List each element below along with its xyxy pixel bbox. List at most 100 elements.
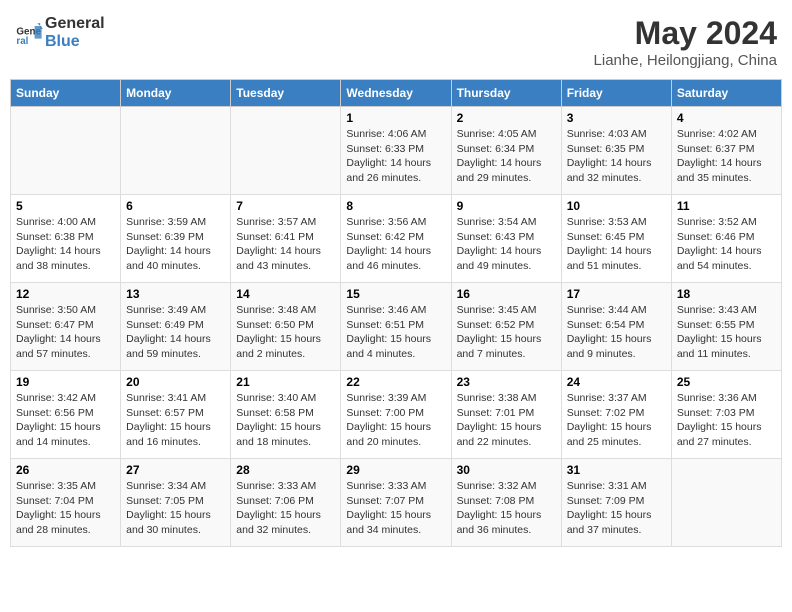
svg-text:ral: ral — [16, 36, 28, 47]
day-cell: 9 Sunrise: 3:54 AM Sunset: 6:43 PM Daylig… — [451, 195, 561, 283]
day-number: 31 — [567, 463, 666, 477]
day-cell: 28 Sunrise: 3:33 AM Sunset: 7:06 PM Dayli… — [231, 459, 341, 547]
day-cell — [121, 107, 231, 195]
day-info: Sunrise: 3:52 AM Sunset: 6:46 PM Dayligh… — [677, 215, 776, 274]
day-info: Sunrise: 3:53 AM Sunset: 6:45 PM Dayligh… — [567, 215, 666, 274]
day-cell: 18 Sunrise: 3:43 AM Sunset: 6:55 PM Dayli… — [671, 283, 781, 371]
day-number: 11 — [677, 199, 776, 213]
day-number: 3 — [567, 111, 666, 125]
logo-icon: Gene ral — [15, 19, 43, 47]
day-info: Sunrise: 3:44 AM Sunset: 6:54 PM Dayligh… — [567, 303, 666, 362]
day-cell: 6 Sunrise: 3:59 AM Sunset: 6:39 PM Daylig… — [121, 195, 231, 283]
day-cell: 20 Sunrise: 3:41 AM Sunset: 6:57 PM Dayli… — [121, 371, 231, 459]
day-cell: 8 Sunrise: 3:56 AM Sunset: 6:42 PM Daylig… — [341, 195, 451, 283]
col-header-monday: Monday — [121, 80, 231, 107]
col-header-wednesday: Wednesday — [341, 80, 451, 107]
day-cell: 10 Sunrise: 3:53 AM Sunset: 6:45 PM Dayli… — [561, 195, 671, 283]
logo-line1: General — [45, 15, 105, 33]
day-cell: 1Sunrise: 4:06 AM Sunset: 6:33 PM Daylig… — [341, 107, 451, 195]
day-number: 8 — [346, 199, 445, 213]
day-info: Sunrise: 3:32 AM Sunset: 7:08 PM Dayligh… — [457, 479, 556, 538]
day-info: Sunrise: 4:02 AM Sunset: 6:37 PM Dayligh… — [677, 127, 776, 186]
day-cell — [231, 107, 341, 195]
calendar-table: SundayMondayTuesdayWednesdayThursdayFrid… — [10, 79, 782, 547]
day-number: 5 — [16, 199, 115, 213]
day-cell: 11 Sunrise: 3:52 AM Sunset: 6:46 PM Dayli… — [671, 195, 781, 283]
day-number: 16 — [457, 287, 556, 301]
col-header-tuesday: Tuesday — [231, 80, 341, 107]
day-cell: 31 Sunrise: 3:31 AM Sunset: 7:09 PM Dayli… — [561, 459, 671, 547]
day-info: Sunrise: 3:49 AM Sunset: 6:49 PM Dayligh… — [126, 303, 225, 362]
day-info: Sunrise: 3:40 AM Sunset: 6:58 PM Dayligh… — [236, 391, 335, 450]
day-number: 20 — [126, 375, 225, 389]
day-info: Sunrise: 3:45 AM Sunset: 6:52 PM Dayligh… — [457, 303, 556, 362]
day-number: 23 — [457, 375, 556, 389]
day-cell — [11, 107, 121, 195]
day-number: 25 — [677, 375, 776, 389]
day-number: 7 — [236, 199, 335, 213]
col-header-sunday: Sunday — [11, 80, 121, 107]
day-info: Sunrise: 3:41 AM Sunset: 6:57 PM Dayligh… — [126, 391, 225, 450]
day-info: Sunrise: 3:50 AM Sunset: 6:47 PM Dayligh… — [16, 303, 115, 362]
day-info: Sunrise: 3:43 AM Sunset: 6:55 PM Dayligh… — [677, 303, 776, 362]
day-info: Sunrise: 3:33 AM Sunset: 7:06 PM Dayligh… — [236, 479, 335, 538]
day-cell: 3 Sunrise: 4:03 AM Sunset: 6:35 PM Daylig… — [561, 107, 671, 195]
day-info: Sunrise: 3:31 AM Sunset: 7:09 PM Dayligh… — [567, 479, 666, 538]
day-cell: 17 Sunrise: 3:44 AM Sunset: 6:54 PM Dayli… — [561, 283, 671, 371]
day-number: 29 — [346, 463, 445, 477]
day-cell: 26Sunrise: 3:35 AM Sunset: 7:04 PM Dayli… — [11, 459, 121, 547]
day-cell: 12Sunrise: 3:50 AM Sunset: 6:47 PM Dayli… — [11, 283, 121, 371]
day-info: Sunrise: 3:59 AM Sunset: 6:39 PM Dayligh… — [126, 215, 225, 274]
logo-line2: Blue — [45, 33, 105, 51]
week-row-3: 12Sunrise: 3:50 AM Sunset: 6:47 PM Dayli… — [11, 283, 782, 371]
day-cell: 21 Sunrise: 3:40 AM Sunset: 6:58 PM Dayli… — [231, 371, 341, 459]
day-number: 19 — [16, 375, 115, 389]
day-cell: 4Sunrise: 4:02 AM Sunset: 6:37 PM Daylig… — [671, 107, 781, 195]
week-row-2: 5 Sunrise: 4:00 AM Sunset: 6:38 PM Daylig… — [11, 195, 782, 283]
day-number: 2 — [457, 111, 556, 125]
day-info: Sunrise: 4:00 AM Sunset: 6:38 PM Dayligh… — [16, 215, 115, 274]
day-cell: 27 Sunrise: 3:34 AM Sunset: 7:05 PM Dayli… — [121, 459, 231, 547]
day-info: Sunrise: 4:05 AM Sunset: 6:34 PM Dayligh… — [457, 127, 556, 186]
day-info: Sunrise: 3:34 AM Sunset: 7:05 PM Dayligh… — [126, 479, 225, 538]
day-number: 30 — [457, 463, 556, 477]
day-number: 13 — [126, 287, 225, 301]
week-row-1: 1Sunrise: 4:06 AM Sunset: 6:33 PM Daylig… — [11, 107, 782, 195]
day-info: Sunrise: 3:46 AM Sunset: 6:51 PM Dayligh… — [346, 303, 445, 362]
day-cell: 5 Sunrise: 4:00 AM Sunset: 6:38 PM Daylig… — [11, 195, 121, 283]
day-number: 18 — [677, 287, 776, 301]
main-title: May 2024 — [594, 15, 777, 52]
day-cell: 14 Sunrise: 3:48 AM Sunset: 6:50 PM Dayli… — [231, 283, 341, 371]
day-info: Sunrise: 4:03 AM Sunset: 6:35 PM Dayligh… — [567, 127, 666, 186]
day-info: Sunrise: 3:54 AM Sunset: 6:43 PM Dayligh… — [457, 215, 556, 274]
day-number: 24 — [567, 375, 666, 389]
day-info: Sunrise: 3:56 AM Sunset: 6:42 PM Dayligh… — [346, 215, 445, 274]
day-info: Sunrise: 3:57 AM Sunset: 6:41 PM Dayligh… — [236, 215, 335, 274]
day-cell: 19Sunrise: 3:42 AM Sunset: 6:56 PM Dayli… — [11, 371, 121, 459]
day-cell: 2 Sunrise: 4:05 AM Sunset: 6:34 PM Daylig… — [451, 107, 561, 195]
day-info: Sunrise: 3:38 AM Sunset: 7:01 PM Dayligh… — [457, 391, 556, 450]
day-number: 28 — [236, 463, 335, 477]
day-cell: 7 Sunrise: 3:57 AM Sunset: 6:41 PM Daylig… — [231, 195, 341, 283]
calendar-header-row: SundayMondayTuesdayWednesdayThursdayFrid… — [11, 80, 782, 107]
day-number: 9 — [457, 199, 556, 213]
day-number: 27 — [126, 463, 225, 477]
day-cell: 29 Sunrise: 3:33 AM Sunset: 7:07 PM Dayli… — [341, 459, 451, 547]
day-info: Sunrise: 3:37 AM Sunset: 7:02 PM Dayligh… — [567, 391, 666, 450]
day-cell: 13 Sunrise: 3:49 AM Sunset: 6:49 PM Dayli… — [121, 283, 231, 371]
day-info: Sunrise: 3:48 AM Sunset: 6:50 PM Dayligh… — [236, 303, 335, 362]
day-number: 14 — [236, 287, 335, 301]
col-header-friday: Friday — [561, 80, 671, 107]
day-number: 17 — [567, 287, 666, 301]
day-info: Sunrise: 3:33 AM Sunset: 7:07 PM Dayligh… — [346, 479, 445, 538]
col-header-thursday: Thursday — [451, 80, 561, 107]
day-number: 21 — [236, 375, 335, 389]
day-number: 10 — [567, 199, 666, 213]
subtitle: Lianhe, Heilongjiang, China — [594, 52, 777, 69]
day-number: 15 — [346, 287, 445, 301]
day-number: 6 — [126, 199, 225, 213]
header: Gene ral General Blue May 2024 Lianhe, H… — [10, 10, 782, 69]
title-block: May 2024 Lianhe, Heilongjiang, China — [594, 15, 777, 69]
day-number: 26 — [16, 463, 115, 477]
day-cell: 30 Sunrise: 3:32 AM Sunset: 7:08 PM Dayli… — [451, 459, 561, 547]
